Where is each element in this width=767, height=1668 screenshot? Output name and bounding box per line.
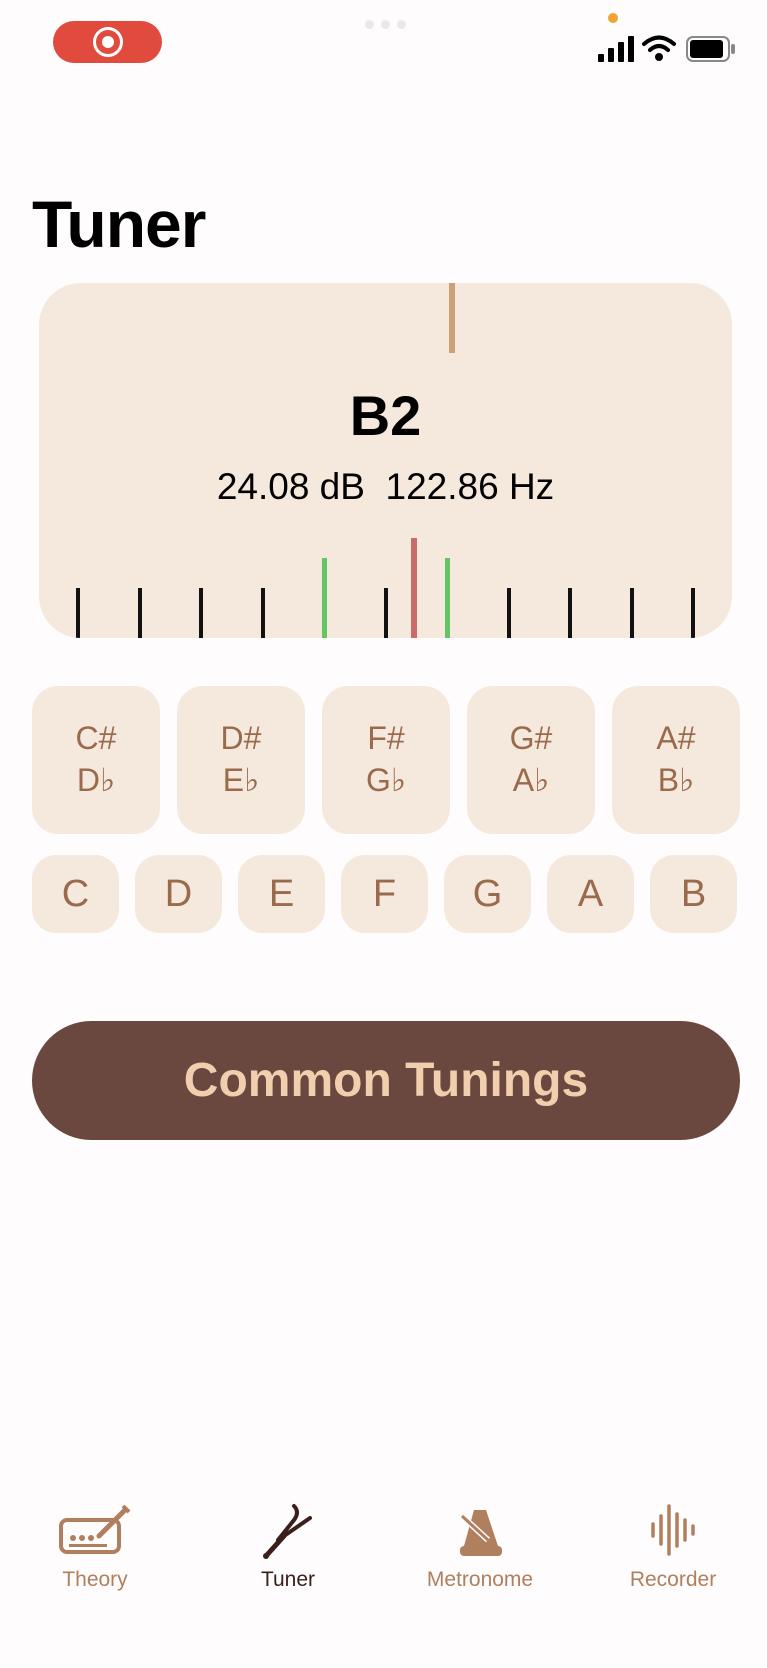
- note-button-a[interactable]: A: [547, 855, 634, 933]
- note-button-g[interactable]: G: [444, 855, 531, 933]
- note-flat-label: D♭: [76, 762, 116, 798]
- note-button-c-sharp[interactable]: C# D♭: [32, 686, 160, 834]
- note-button-d[interactable]: D: [135, 855, 222, 933]
- detected-note: B2: [349, 384, 422, 447]
- tab-label: Theory: [62, 1568, 128, 1591]
- scale-tick: [76, 588, 80, 638]
- note-sharp-label: A#: [656, 720, 696, 757]
- tab-metronome[interactable]: Metronome: [385, 1500, 575, 1592]
- note-button-c[interactable]: C: [32, 855, 119, 933]
- scale-tick: [138, 588, 142, 638]
- tuner-display: B2 24.08 dB 122.86 Hz: [39, 283, 732, 638]
- keyboard-pencil-icon: [59, 1504, 131, 1554]
- reference-needle: [449, 283, 455, 353]
- note-button-d-sharp[interactable]: D# E♭: [177, 686, 305, 834]
- tab-tuner[interactable]: Tuner: [193, 1500, 383, 1592]
- note-button-e[interactable]: E: [238, 855, 325, 933]
- common-tunings-button[interactable]: Common Tunings: [32, 1021, 740, 1140]
- note-button-f-sharp[interactable]: F# G♭: [322, 686, 450, 834]
- pitch-needle: [411, 538, 417, 638]
- in-tune-tick-right: [445, 558, 450, 638]
- multitasking-dots[interactable]: [365, 20, 406, 29]
- tab-bar: Theory Tuner Metronome Recorder: [0, 1500, 767, 1620]
- note-flat-label: B♭: [657, 762, 695, 798]
- tuning-fork-icon: [263, 1504, 312, 1559]
- tab-recorder[interactable]: Recorder: [578, 1500, 767, 1592]
- note-sharp-label: C#: [75, 720, 117, 757]
- tab-theory[interactable]: Theory: [0, 1500, 190, 1592]
- page-title: Tuner: [32, 187, 206, 261]
- natural-note-buttons: C D E F G A B: [32, 855, 737, 933]
- center-tick: [384, 588, 388, 638]
- note-button-b[interactable]: B: [650, 855, 737, 933]
- waveform-icon: [651, 1504, 695, 1556]
- note-flat-label: A♭: [512, 762, 550, 798]
- note-button-f[interactable]: F: [341, 855, 428, 933]
- scale-tick: [261, 588, 265, 638]
- tab-label: Recorder: [629, 1568, 717, 1591]
- accidental-note-buttons: C# D♭ D# E♭ F# G♭ G# A♭ A# B♭: [32, 686, 740, 834]
- wifi-icon: [642, 35, 676, 61]
- signal-icon: [598, 36, 634, 62]
- battery-icon: [686, 36, 735, 62]
- in-tune-tick-left: [322, 558, 327, 638]
- note-flat-label: E♭: [222, 762, 260, 798]
- note-button-a-sharp[interactable]: A# B♭: [612, 686, 740, 834]
- record-icon: [92, 27, 123, 57]
- level-frequency-readout: 24.08 dB 122.86 Hz: [216, 466, 555, 507]
- scale-tick: [568, 588, 572, 638]
- note-sharp-label: F#: [367, 720, 405, 757]
- tab-label: Metronome: [426, 1568, 534, 1591]
- note-button-g-sharp[interactable]: G# A♭: [467, 686, 595, 834]
- scale-tick: [630, 588, 634, 638]
- screen-recording-indicator[interactable]: [53, 21, 162, 63]
- note-sharp-label: D#: [220, 720, 262, 757]
- mic-in-use-indicator: [608, 13, 618, 23]
- note-sharp-label: G#: [509, 720, 553, 757]
- tab-label: Tuner: [260, 1568, 316, 1591]
- status-bar: [0, 0, 767, 90]
- scale-tick: [507, 588, 511, 638]
- metronome-icon: [459, 1510, 502, 1556]
- note-flat-label: G♭: [366, 762, 406, 798]
- scale-tick: [691, 588, 695, 638]
- scale-tick: [199, 588, 203, 638]
